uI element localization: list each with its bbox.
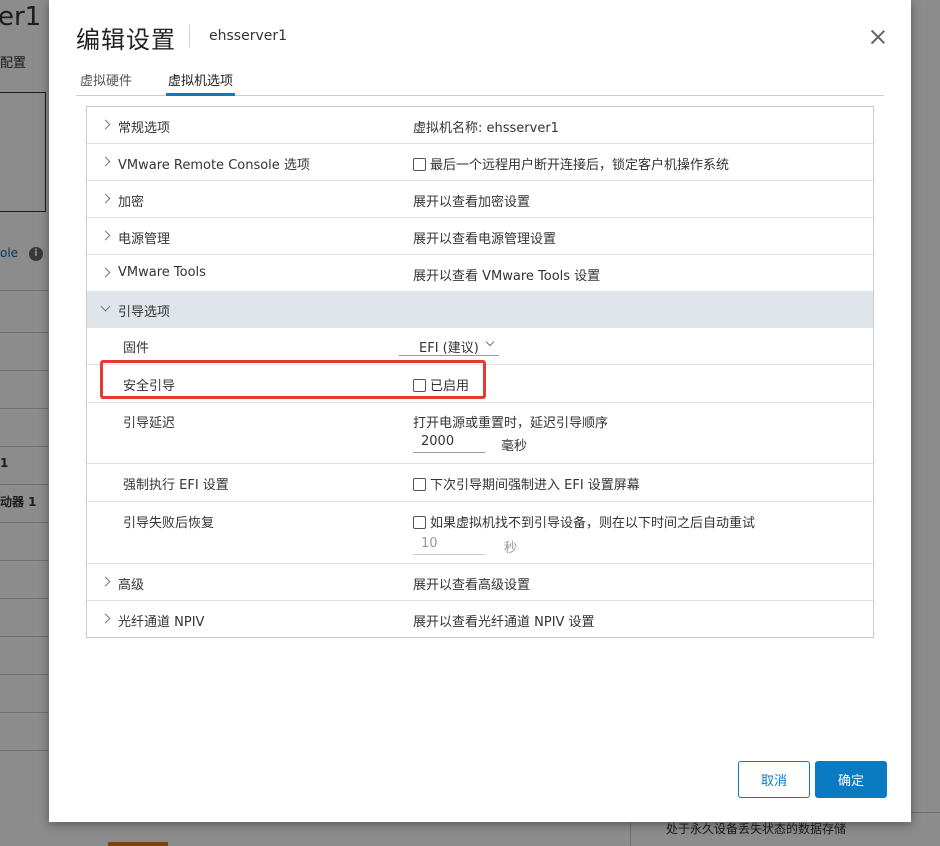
section-label: 高级 [118,578,145,593]
chevron-right-icon[interactable] [100,193,111,204]
section-label: 光纤通道 NPIV [118,615,205,630]
section-vmware-tools[interactable]: VMware Tools 展开以查看 VMware Tools 设置 [87,255,873,292]
secure-boot-label: 安全引导 [123,379,176,394]
section-vmrc-options[interactable]: VMware Remote Console 选项 最后一个远程用户断开连接后，锁… [87,144,873,181]
tab-virtual-hardware[interactable]: 虚拟硬件 [80,70,132,96]
boot-delay-input[interactable] [413,431,485,453]
chevron-right-icon[interactable] [100,230,111,241]
section-label: 加密 [118,195,145,210]
section-hint: 展开以查看加密设置 [413,195,531,210]
vm-options-panel: 常规选项 虚拟机名称: ehsserver1 VMware Remote Con… [86,106,874,638]
force-efi-option: 下次引导期间强制进入 EFI 设置屏幕 [413,474,640,493]
checkbox-label: 已启用 [430,379,470,394]
secure-boot-option: 已启用 [413,375,469,394]
edit-settings-dialog: 编辑设置 ehsserver1 虚拟硬件 虚拟机选项 常规选项 虚拟机名称: e… [49,0,911,822]
vmrc-lock-option: 最后一个远程用户断开连接后，锁定客户机操作系统 [413,154,729,173]
section-power-management[interactable]: 电源管理 展开以查看电源管理设置 [87,218,873,255]
boot-delay-label: 引导延迟 [123,416,176,431]
chevron-right-icon[interactable] [100,576,111,587]
boot-failed-recovery-row: 引导失败后恢复 如果虚拟机找不到引导设备，则在以下时间之后自动重试 秒 [87,502,873,564]
failed-boot-retry-unit: 秒 [504,541,518,556]
failed-boot-retry-input[interactable] [413,533,485,555]
vm-name-value: 虚拟机名称: ehsserver1 [413,121,559,136]
tab-bar: 虚拟硬件 虚拟机选项 [76,68,884,96]
dialog-title: 编辑设置 [76,26,176,54]
checkbox-label: 最后一个远程用户断开连接后，锁定客户机操作系统 [430,158,730,173]
section-advanced[interactable]: 高级 展开以查看高级设置 [87,564,873,601]
vmrc-lock-checkbox[interactable] [413,158,426,171]
ok-button[interactable]: 确定 [815,761,887,798]
firmware-select[interactable]: EFI (建议) [399,336,499,356]
boot-firmware-row: 固件 EFI (建议) [87,328,873,365]
section-boot-options[interactable]: 引导选项 [87,292,873,328]
chevron-right-icon[interactable] [100,119,111,130]
section-fibre-channel-npiv[interactable]: 光纤通道 NPIV 展开以查看光纤通道 NPIV 设置 [87,601,873,638]
force-efi-checkbox[interactable] [413,478,426,491]
section-label: VMware Tools [118,265,206,280]
section-hint: 展开以查看 VMware Tools 设置 [413,269,601,284]
boot-delay-description: 打开电源或重置时，延迟引导顺序 [413,416,609,431]
tab-vm-options[interactable]: 虚拟机选项 [166,70,236,96]
section-hint: 展开以查看光纤通道 NPIV 设置 [413,615,595,630]
title-separator [189,25,190,47]
failed-boot-checkbox[interactable] [413,516,426,529]
secure-boot-checkbox[interactable] [413,379,426,392]
close-icon[interactable] [867,26,889,48]
cancel-button[interactable]: 取消 [738,761,810,798]
firmware-selected-value: EFI (建议) [419,341,479,356]
boot-secure-boot-row: 安全引导 已启用 [87,365,873,403]
chevron-down-icon [485,337,495,347]
section-label: 常规选项 [118,121,171,136]
checkbox-label: 下次引导期间强制进入 EFI 设置屏幕 [430,478,640,493]
section-hint: 展开以查看电源管理设置 [413,232,557,247]
section-general-options[interactable]: 常规选项 虚拟机名称: ehsserver1 [87,107,873,144]
boot-delay-row: 引导延迟 打开电源或重置时，延迟引导顺序 毫秒 [87,403,873,464]
failed-boot-option: 如果虚拟机找不到引导设备，则在以下时间之后自动重试 [413,512,755,531]
checkbox-label: 如果虚拟机找不到引导设备，则在以下时间之后自动重试 [430,516,756,531]
section-label: 电源管理 [118,232,171,247]
section-label: VMware Remote Console 选项 [118,158,310,173]
dialog-subtitle: ehsserver1 [209,28,288,44]
force-efi-label: 强制执行 EFI 设置 [123,478,229,493]
failed-boot-label: 引导失败后恢复 [123,516,215,531]
section-hint: 展开以查看高级设置 [413,578,531,593]
section-label: 引导选项 [118,305,171,320]
chevron-down-icon[interactable] [100,301,111,312]
boot-delay-unit: 毫秒 [501,439,528,454]
section-encryption[interactable]: 加密 展开以查看加密设置 [87,181,873,218]
firmware-label: 固件 [123,341,150,356]
chevron-right-icon[interactable] [100,267,111,278]
boot-force-efi-row: 强制执行 EFI 设置 下次引导期间强制进入 EFI 设置屏幕 [87,464,873,502]
chevron-right-icon[interactable] [100,613,111,624]
chevron-right-icon[interactable] [100,156,111,167]
